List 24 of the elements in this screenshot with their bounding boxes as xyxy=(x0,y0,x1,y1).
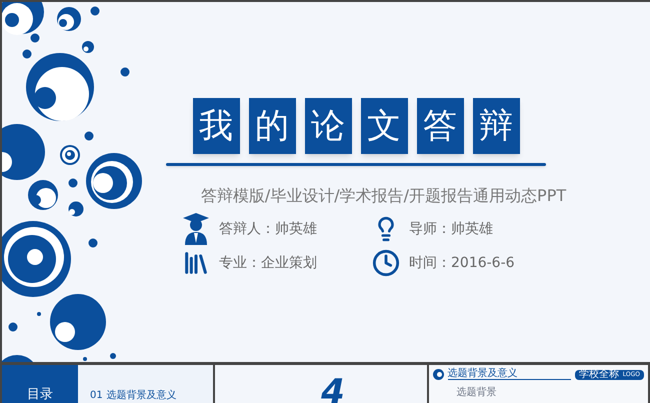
contents-item: 选题背景及意义 xyxy=(106,391,177,401)
item-number: 01 xyxy=(90,391,103,401)
info-text: 专业：企业策划 xyxy=(219,254,317,272)
title-tile: 的 xyxy=(248,98,296,154)
title-tile: 文 xyxy=(360,98,408,154)
contents-heading: 目录 xyxy=(27,388,53,403)
info-text: 答辩人：帅英雄 xyxy=(219,220,317,238)
graduate-icon xyxy=(183,213,209,245)
title-tile: 我 xyxy=(192,98,240,154)
slide-thumbnail[interactable]: 4 xyxy=(215,365,427,403)
subtitle: 答辩模版/毕业设计/学术报告/开题报告通用动态PPT xyxy=(200,185,566,207)
title-tile: 论 xyxy=(304,98,352,154)
section-heading: 选题背景及意义 xyxy=(448,369,571,380)
clock-icon xyxy=(372,249,400,277)
title-tile: 辩 xyxy=(472,98,520,154)
badge-text: 学校全称 xyxy=(578,370,619,380)
big-number: 4 xyxy=(320,375,345,403)
section-subheading: 选题背景 xyxy=(456,388,498,398)
info-text: 导师：帅英雄 xyxy=(409,220,493,238)
logo-icon xyxy=(432,369,444,380)
title-tile: 答 xyxy=(416,98,464,154)
slide-thumbnail[interactable]: 目录 01 选题背景及意义 xyxy=(2,365,214,403)
info-text: 时间：2016-6-6 xyxy=(409,254,515,272)
books-icon xyxy=(182,249,210,277)
